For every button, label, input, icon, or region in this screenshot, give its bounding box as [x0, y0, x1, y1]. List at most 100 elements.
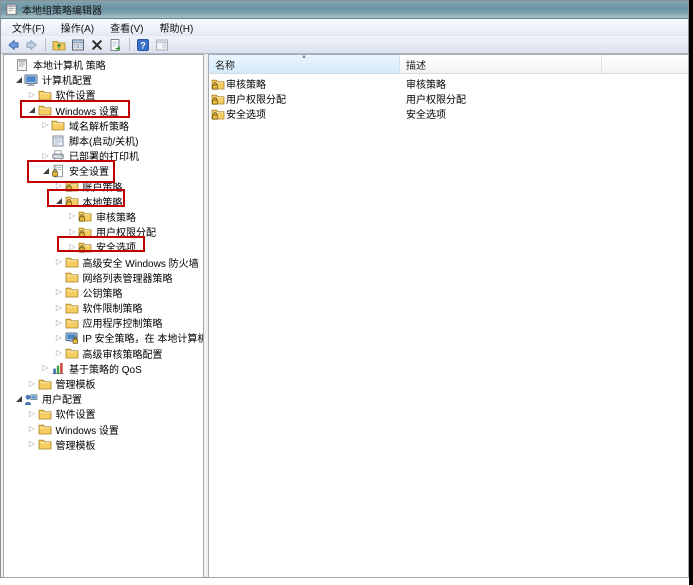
expand-arrow-icon[interactable]: ▷ — [27, 379, 38, 389]
up-one-level-button[interactable] — [50, 37, 68, 53]
show-action-pane-button[interactable] — [153, 37, 171, 53]
export-list-button[interactable] — [107, 37, 125, 53]
tree-item-label: 安全设置 — [69, 163, 109, 178]
sort-ascending-icon: ▲ — [301, 54, 307, 61]
expand-arrow-icon[interactable]: ▷ — [67, 242, 78, 252]
tree-item[interactable]: ▷用户权限分配 — [4, 224, 203, 239]
tree-item-label: 审核策略 — [96, 209, 136, 224]
folder-icon — [51, 118, 66, 132]
tree-item-label: 账户策略 — [83, 179, 123, 194]
expand-arrow-icon[interactable]: ▷ — [27, 424, 38, 434]
tree-item[interactable]: ▷ 域名解析策略 — [4, 118, 203, 133]
column-header-description[interactable]: 描述 — [400, 55, 602, 73]
tree-item[interactable]: 计算机配置 — [4, 72, 203, 87]
collapse-arrow-icon[interactable] — [54, 198, 65, 204]
tree-item[interactable]: ▷ 高级审核策略配置 — [4, 346, 203, 361]
tree-item[interactable]: ▷软件限制策略 — [4, 300, 203, 315]
folder-icon — [38, 377, 53, 391]
folder-icon — [65, 346, 80, 360]
tree-item[interactable]: ▷ 应用程序控制策略 — [4, 315, 203, 330]
collapse-arrow-icon[interactable] — [13, 396, 24, 402]
tree-item-label: 网络列表管理器策略 — [83, 270, 173, 285]
menu-item-3[interactable]: 帮助(H) — [151, 18, 201, 37]
collapse-arrow-icon[interactable] — [13, 77, 24, 83]
up-folder-icon — [52, 38, 66, 52]
expand-arrow-icon[interactable]: ▷ — [27, 90, 38, 100]
expand-arrow-icon[interactable]: ▷ — [40, 363, 51, 373]
list-item[interactable]: 安全选项安全选项 — [209, 106, 688, 121]
expand-arrow-icon[interactable]: ▷ — [54, 318, 65, 328]
title-bar[interactable]: 本地组策略编辑器 — [1, 1, 688, 19]
expand-arrow-icon[interactable]: ▷ — [67, 227, 78, 237]
expand-arrow-icon[interactable]: ▷ — [54, 287, 65, 297]
tree-item-label: 计算机配置 — [42, 72, 92, 87]
lock-folder-icon — [78, 209, 93, 223]
tree-item[interactable]: ▷ 管理模板 — [4, 437, 203, 452]
tree-item[interactable]: 脚本(启动/关机) — [4, 133, 203, 148]
expand-arrow-icon[interactable]: ▷ — [54, 348, 65, 358]
tree-item[interactable]: 本地计算机 策略 — [4, 57, 203, 72]
tree-item[interactable]: ▷ 公钥策略 — [4, 285, 203, 300]
tree-item-label: 管理模板 — [56, 437, 96, 452]
folder-icon — [38, 88, 53, 102]
lock-folder-icon — [65, 179, 80, 193]
back-button[interactable] — [4, 37, 22, 53]
show-console-tree-button[interactable] — [69, 37, 87, 53]
expand-arrow-icon[interactable]: ▷ — [40, 120, 51, 130]
list-body: 审核策略审核策略用户权限分配用户权限分配安全选项安全选项 — [209, 74, 688, 122]
tree-item[interactable]: ▷ 安全选项 — [4, 239, 203, 254]
expand-arrow-icon[interactable]: ▷ — [67, 211, 78, 221]
lock-folder-icon — [78, 240, 93, 254]
action-pane-icon — [155, 38, 169, 52]
menu-item-2[interactable]: 查看(V) — [102, 18, 151, 37]
tree-item[interactable]: ▷软件设置 — [4, 406, 203, 421]
tree-item[interactable]: ▷ IP 安全策略，在 本地计算机 — [4, 330, 203, 345]
tree-item-label: 高级安全 Windows 防火墙 — [83, 255, 199, 270]
tree-item-label: 公钥策略 — [83, 285, 123, 300]
tree-item[interactable]: ▷软件设置 — [4, 87, 203, 102]
tree-item[interactable]: 安全设置 — [4, 163, 203, 178]
menu-item-0[interactable]: 文件(F) — [4, 18, 53, 37]
folder-icon — [65, 285, 80, 299]
tree-item[interactable]: 用户配置 — [4, 391, 203, 406]
tree-item[interactable]: ▷ 高级安全 Windows 防火墙 — [4, 254, 203, 269]
tree-item[interactable]: 网络列表管理器策略 — [4, 270, 203, 285]
column-header-name[interactable]: 名称▲ — [209, 55, 400, 73]
tree-item[interactable]: ▷ 审核策略 — [4, 209, 203, 224]
toolbar-separator — [45, 38, 46, 51]
expand-arrow-icon[interactable]: ▷ — [27, 439, 38, 449]
list-item[interactable]: 审核策略审核策略 — [209, 76, 688, 91]
expand-arrow-icon[interactable]: ▷ — [54, 333, 65, 343]
lock-folder-icon — [65, 194, 80, 208]
forward-button[interactable] — [23, 37, 41, 53]
tree-item[interactable]: ▷管理模板 — [4, 376, 203, 391]
collapse-arrow-icon[interactable] — [40, 168, 51, 174]
expand-arrow-icon[interactable]: ▷ — [54, 303, 65, 313]
tree-item-label: 应用程序控制策略 — [83, 315, 163, 330]
tree-item[interactable]: ▷ 账户策略 — [4, 179, 203, 194]
tree-item[interactable]: Windows 设置 — [4, 103, 203, 118]
tree-item-label: 安全选项 — [96, 239, 136, 254]
delete-button[interactable] — [88, 37, 106, 53]
tree-item-label: IP 安全策略，在 本地计算机 — [83, 330, 205, 345]
delete-x-icon — [90, 38, 104, 52]
tree-item[interactable]: ▷Windows 设置 — [4, 422, 203, 437]
expand-arrow-icon[interactable]: ▷ — [54, 257, 65, 267]
collapse-arrow-icon[interactable] — [27, 107, 38, 113]
tree-item-label: 高级审核策略配置 — [83, 346, 163, 361]
tree-item[interactable]: ▷ 已部署的打印机 — [4, 148, 203, 163]
tree-item[interactable]: 本地策略 — [4, 194, 203, 209]
tree-item-label: 已部署的打印机 — [69, 148, 139, 163]
expand-arrow-icon[interactable]: ▷ — [54, 181, 65, 191]
list-item[interactable]: 用户权限分配用户权限分配 — [209, 91, 688, 106]
help-button[interactable]: ? — [134, 37, 152, 53]
folder-icon — [65, 255, 80, 269]
expand-arrow-icon[interactable]: ▷ — [40, 151, 51, 161]
folder-icon — [65, 301, 80, 315]
expand-arrow-icon[interactable]: ▷ — [27, 409, 38, 419]
lock-folder-icon — [211, 92, 226, 106]
tree-item[interactable]: ▷基于策略的 QoS — [4, 361, 203, 376]
tree-item-label: 域名解析策略 — [69, 118, 129, 133]
menu-item-1[interactable]: 操作(A) — [53, 18, 102, 37]
script-icon — [51, 134, 66, 148]
